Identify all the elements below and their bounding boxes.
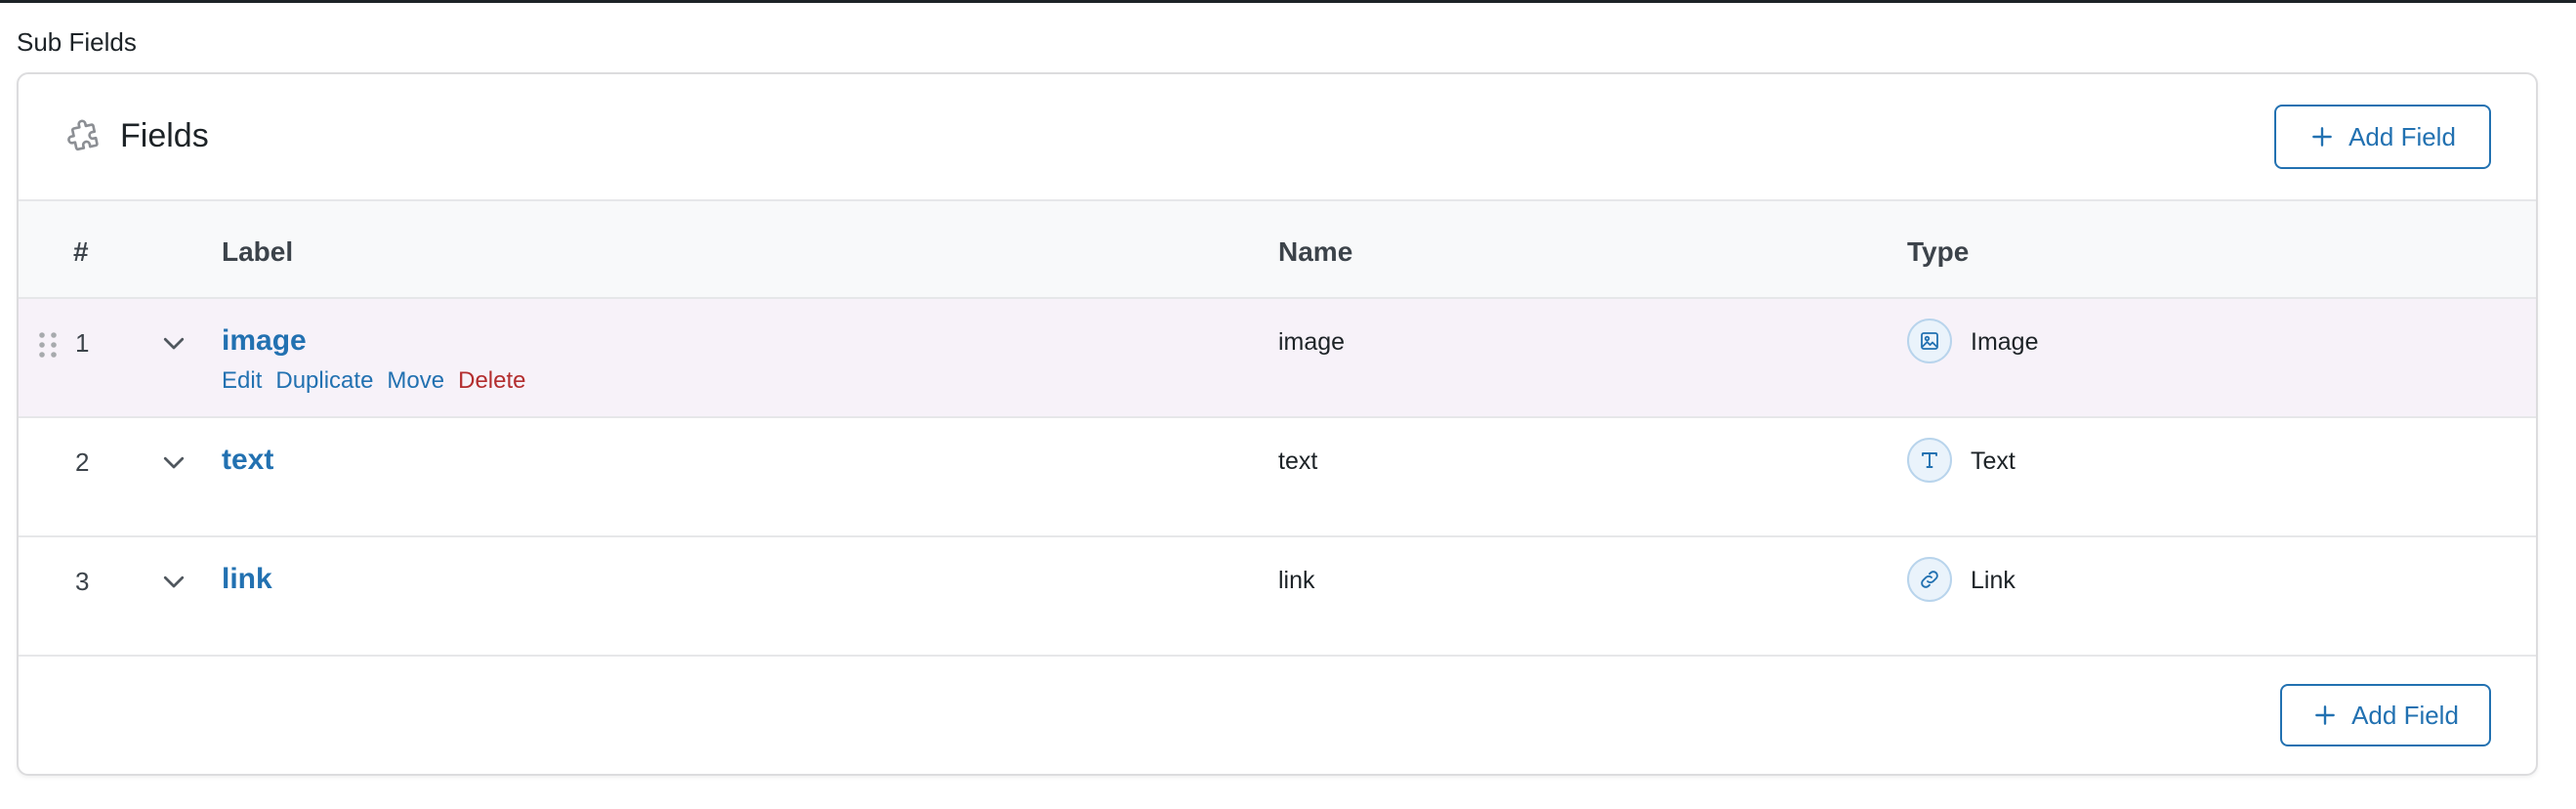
field-type: Link [1971,567,2015,594]
add-field-label: Add Field [2348,121,2456,151]
row-number: 3 [75,567,90,596]
field-name: link [1278,567,1315,594]
field-type: Image [1971,328,2039,356]
move-link[interactable]: Move [387,367,444,395]
chevron-down-icon[interactable] [159,447,188,477]
image-icon [1907,319,1952,363]
field-label-link[interactable]: text [222,444,273,477]
delete-link[interactable]: Delete [458,367,525,395]
panel-header: Fields Add Field [19,74,2536,201]
field-label-link[interactable]: image [222,324,307,358]
field-name: text [1278,447,1318,475]
duplicate-link[interactable]: Duplicate [275,367,373,395]
chevron-down-icon[interactable] [159,328,188,358]
section-label: Sub Fields [17,27,137,57]
table-row[interactable]: 3 link link Link [19,537,2536,657]
chevron-down-icon[interactable] [159,567,188,596]
table-header: # Label Name Type [19,201,2536,299]
column-header-label: Label [222,236,294,267]
edit-link[interactable]: Edit [222,367,262,395]
row-actions: Edit Duplicate Move Delete [222,367,525,395]
text-type-icon [1907,438,1952,483]
add-field-button-bottom[interactable]: Add Field [2280,684,2491,746]
top-border [0,0,2576,3]
puzzle-icon [67,119,99,151]
panel-title: Fields [120,117,209,154]
table-row[interactable]: 1 image Edit Duplicate Move Delete image… [19,299,2536,418]
add-field-button-top[interactable]: Add Field [2274,105,2491,169]
plus-icon [2312,127,2332,147]
column-header-type: Type [1907,236,1970,267]
field-label-link[interactable]: link [222,563,272,596]
field-name: image [1278,328,1346,356]
fields-panel: Fields Add Field # Label Name Type 1 ima… [17,72,2538,776]
row-number: 2 [75,447,90,477]
row-number: 1 [75,328,90,358]
plus-icon [2315,705,2335,725]
drag-handle-icon[interactable] [37,330,59,360]
link-icon [1907,557,1952,602]
column-header-number: # [73,236,89,267]
field-type: Text [1971,447,2015,475]
column-header-name: Name [1278,236,1353,267]
add-field-label: Add Field [2351,700,2459,730]
table-row[interactable]: 2 text text Text [19,418,2536,537]
